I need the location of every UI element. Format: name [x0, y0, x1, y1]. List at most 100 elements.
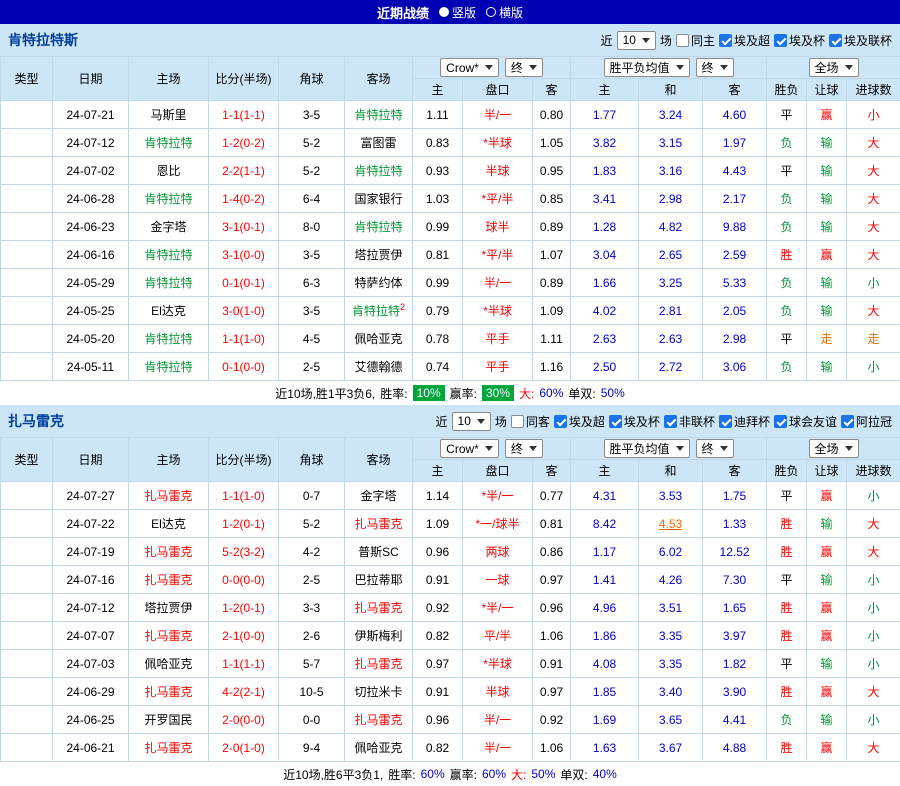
goals-result-cell: 大	[847, 538, 900, 566]
euro-win-odds: 1.28	[571, 213, 639, 241]
footer-stat: 30%	[482, 385, 514, 401]
corner-score: 2-5	[279, 566, 345, 594]
goals-result-cell: 大	[847, 157, 900, 185]
home-team: 肯特拉特	[129, 241, 209, 269]
league-filter-checkbox[interactable]: 埃及杯	[609, 413, 660, 430]
odds-time-select[interactable]: 终	[505, 439, 543, 458]
odds-time-select-value: 终	[511, 59, 523, 76]
asia-home-odds: 0.91	[413, 678, 463, 706]
league-filter-checkbox[interactable]: 埃及超	[719, 32, 770, 49]
corner-score: 3-5	[279, 101, 345, 129]
wdl-select[interactable]: 胜平负均值	[604, 439, 690, 458]
league-filter-checkbox[interactable]: 迪拜杯	[719, 413, 770, 430]
handicap-result-cell: 赢	[807, 101, 847, 129]
asia-home-odds: 1.11	[413, 101, 463, 129]
footer-stat: 胜率:	[380, 385, 407, 402]
match-date: 24-07-12	[53, 594, 129, 622]
chevron-down-icon	[642, 38, 650, 43]
score: 1-1(1-0)	[209, 482, 279, 510]
match-row: 埃及超24-06-23金字塔3-1(0-1)8-0肯特拉特0.99球半0.891…	[1, 213, 900, 241]
asia-away-odds: 0.85	[533, 185, 571, 213]
match-date: 24-05-29	[53, 269, 129, 297]
league-badge: 埃及超	[1, 213, 53, 241]
league-filter-checkbox[interactable]: 球会友谊	[774, 413, 837, 430]
col-header-goals: 进球数	[847, 460, 900, 482]
home-team: 肯特拉特	[129, 269, 209, 297]
match-row: 埃及超24-05-20肯特拉特1-1(1-0)4-5佩哈亚克0.78平手1.11…	[1, 325, 900, 353]
recent-count-select[interactable]: 10	[617, 31, 656, 50]
team-name: 扎马雷克	[8, 411, 64, 431]
handicap-result-cell: 赢	[807, 482, 847, 510]
team-name: 肯特拉特斯	[8, 30, 78, 50]
checkbox-checked-icon	[774, 415, 787, 428]
asia-away-odds: 1.06	[533, 622, 571, 650]
home-team: 肯特拉特	[129, 325, 209, 353]
handicap-line: 两球	[463, 538, 533, 566]
result-cell: 胜	[767, 538, 807, 566]
match-row: 埃及超24-07-21马斯里1-1(1-1)3-5肯特拉特1.11半/一0.80…	[1, 101, 900, 129]
result-cell: 平	[767, 157, 807, 185]
league-filter-checkbox[interactable]: 埃及超	[554, 413, 605, 430]
col-header-corner: 角球	[279, 57, 345, 101]
footer-stat: 10%	[413, 385, 445, 401]
layout-vertical-radio[interactable]: 竖版	[439, 4, 476, 21]
wdl-time-select[interactable]: 终	[696, 439, 734, 458]
same-venue-checkbox[interactable]: 同主	[676, 32, 715, 49]
scope-select[interactable]: 全场	[809, 58, 859, 77]
checkbox-checked-icon	[841, 415, 854, 428]
handicap-result-cell: 赢	[807, 734, 847, 762]
league-filter-checkbox[interactable]: 埃及联杯	[829, 32, 892, 49]
layout-horizontal-radio[interactable]: 横版	[486, 4, 523, 21]
scope-select-value: 全场	[815, 59, 839, 76]
match-date: 24-07-16	[53, 566, 129, 594]
asia-home-odds: 0.93	[413, 157, 463, 185]
home-team: 扎马雷克	[129, 538, 209, 566]
euro-win-odds: 1.83	[571, 157, 639, 185]
match-row: 埃及超24-07-02恩比2-2(1-1)5-2肯特拉特0.93半球0.951.…	[1, 157, 900, 185]
handicap-result-cell: 赢	[807, 538, 847, 566]
match-date: 24-06-25	[53, 706, 129, 734]
wdl-time-select[interactable]: 终	[696, 58, 734, 77]
corner-score: 9-4	[279, 734, 345, 762]
result-cell: 负	[767, 213, 807, 241]
scope-select-value: 全场	[815, 440, 839, 457]
asia-away-odds: 0.86	[533, 538, 571, 566]
odds-time-select[interactable]: 终	[505, 58, 543, 77]
match-date: 24-06-23	[53, 213, 129, 241]
home-team: El达克	[129, 510, 209, 538]
league-filter-checkbox[interactable]: 埃及杯	[774, 32, 825, 49]
away-team: 伊斯梅利	[345, 622, 413, 650]
wdl-select[interactable]: 胜平负均值	[604, 58, 690, 77]
col-header-home-odds: 主	[413, 460, 463, 482]
page-title: 近期战绩	[377, 3, 429, 22]
result-cell: 平	[767, 482, 807, 510]
euro-lose-odds: 1.65	[703, 594, 767, 622]
col-header-win: 主	[571, 460, 639, 482]
result-cell: 胜	[767, 594, 807, 622]
score: 0-1(0-0)	[209, 353, 279, 381]
chevron-down-icon	[845, 446, 853, 451]
euro-draw-odds: 3.53	[639, 482, 703, 510]
league-filter-checkbox[interactable]: 阿拉冠	[841, 413, 892, 430]
result-cell: 胜	[767, 241, 807, 269]
corner-score: 2-6	[279, 622, 345, 650]
handicap-result-cell: 输	[807, 650, 847, 678]
recent-count-select[interactable]: 10	[452, 412, 491, 431]
bookmaker-select[interactable]: Crow*	[440, 439, 499, 458]
bookmaker-select[interactable]: Crow*	[440, 58, 499, 77]
same-venue-checkbox[interactable]: 同客	[511, 413, 550, 430]
asia-odds-group-header: Crow* 终	[413, 57, 571, 79]
euro-lose-odds: 9.88	[703, 213, 767, 241]
scope-select[interactable]: 全场	[809, 439, 859, 458]
asia-away-odds: 0.97	[533, 678, 571, 706]
asia-away-odds: 0.97	[533, 566, 571, 594]
league-filter-checkbox[interactable]: 非联杯	[664, 413, 715, 430]
result-cell: 负	[767, 185, 807, 213]
chevron-down-icon	[529, 446, 537, 451]
away-team: 特萨约体	[345, 269, 413, 297]
asia-away-odds: 1.05	[533, 129, 571, 157]
handicap-result-cell: 输	[807, 353, 847, 381]
asia-away-odds: 0.96	[533, 594, 571, 622]
matches-table: 类型 日期 主场 比分(半场) 角球 客场 Crow* 终 胜平负均值 终	[0, 437, 900, 762]
goals-result-cell: 大	[847, 213, 900, 241]
